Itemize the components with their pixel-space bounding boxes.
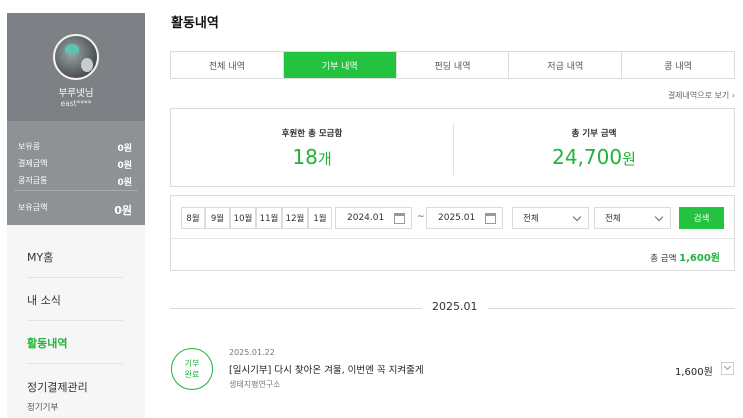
balance-row-total: 보유금액 0원	[18, 202, 132, 218]
menu-divider	[27, 363, 123, 364]
status-badge-line2: 완료	[184, 370, 200, 379]
balance-row-kong: 보유콩 0원	[18, 141, 132, 154]
chevron-right-icon: ›	[731, 91, 735, 100]
balance-label: 콩저금통	[18, 176, 48, 185]
menu-divider	[27, 320, 123, 321]
filter-panel: 8월 9월 10월 11월 12월 1월 2024.01 ~ 2025.01 전…	[170, 195, 735, 271]
avatar[interactable]	[53, 34, 99, 80]
calendar-icon[interactable]	[485, 213, 496, 224]
balance-value: 0원	[117, 144, 132, 154]
balance-panel: 보유콩 0원 결제금액 0원 콩저금통 0원 보유금액 0원	[7, 121, 145, 225]
stat-donated-total: 총 기부 금액 24,700원	[453, 109, 735, 188]
month-button-aug[interactable]: 8월	[181, 207, 205, 229]
entry-organization: 생태지평연구소	[229, 380, 281, 389]
balance-value: 0원	[117, 178, 132, 188]
date-range-separator: ~	[417, 212, 425, 222]
menu-divider	[27, 277, 123, 278]
date-to-field[interactable]: 2025.01	[426, 207, 503, 229]
filter-total: 총 금액 1,600원	[650, 249, 720, 264]
payment-history-link[interactable]: 결제내역으로 보기 ›	[668, 90, 735, 101]
calendar-icon[interactable]	[394, 213, 405, 224]
month-button-jan[interactable]: 1월	[308, 207, 332, 229]
sidebar-menu: MY홈 내 소식 활동내역 정기결제관리 정기기부	[7, 225, 145, 418]
tab-all[interactable]: 전체 내역	[171, 52, 284, 78]
category-select-value: 전체	[523, 214, 539, 224]
tab-label: 펀딩 내역	[434, 61, 471, 72]
balance-label: 보유콩	[18, 142, 41, 151]
tab-funding[interactable]: 펀딩 내역	[396, 52, 510, 78]
chevron-down-icon	[572, 212, 582, 222]
date-to-value: 2025.01	[438, 213, 476, 223]
tab-donation[interactable]: 기부 내역	[283, 52, 397, 78]
balance-row-piggybank: 콩저금통 0원	[18, 175, 132, 188]
tab-savings[interactable]: 저금 내역	[509, 52, 623, 78]
chevron-down-icon	[654, 212, 664, 222]
balance-divider	[14, 190, 138, 191]
tab-kong[interactable]: 콩 내역	[622, 52, 734, 78]
category-select[interactable]: 전체	[512, 207, 589, 229]
balance-total-value: 0원	[114, 204, 132, 217]
balance-value: 0원	[117, 161, 132, 171]
month-button-dec[interactable]: 12월	[282, 207, 308, 229]
profile-card: 부루넷님 east****	[7, 13, 145, 121]
month-button-nov[interactable]: 11월	[256, 207, 282, 229]
filter-total-amount: 1,600원	[679, 253, 720, 264]
stat-number: 24,700	[552, 145, 623, 169]
stat-label: 후원한 총 모금함	[281, 129, 343, 139]
filter-controls: 8월 9월 10월 11월 12월 1월 2024.01 ~ 2025.01 전…	[171, 196, 734, 239]
stat-unit: 원	[622, 150, 636, 168]
sidebar-item-recurring-payments[interactable]: 정기결제관리	[27, 379, 88, 395]
stat-unit: 개	[317, 150, 332, 168]
stat-number: 18	[292, 145, 318, 169]
payment-history-link-label: 결제내역으로 보기	[667, 91, 730, 100]
sidebar: 부루넷님 east**** 보유콩 0원 결제금액 0원 콩저금통 0원 보유금…	[7, 13, 145, 418]
date-from-field[interactable]: 2024.01	[335, 207, 412, 229]
donation-summary: 후원한 총 모금함 18개 총 기부 금액 24,700원	[170, 108, 735, 187]
status-badge-line1: 기부	[184, 359, 200, 368]
activity-tabs: 전체 내역 기부 내역 펀딩 내역 저금 내역 콩 내역	[170, 51, 735, 79]
balance-row-payment: 결제금액 0원	[18, 158, 132, 171]
entry-date: 2025.01.22	[229, 348, 275, 357]
sidebar-item-activity[interactable]: 활동내역	[27, 335, 67, 351]
stat-donated-count: 후원한 총 모금함 18개	[171, 109, 453, 188]
search-button[interactable]: 검색	[679, 207, 724, 229]
profile-user-id: east****	[60, 99, 92, 108]
date-from-value: 2024.01	[347, 213, 385, 223]
status-select[interactable]: 전체	[594, 207, 671, 229]
avatar-tuft	[65, 44, 79, 54]
month-button-sep[interactable]: 9월	[205, 207, 230, 229]
month-button-oct[interactable]: 10월	[230, 207, 256, 229]
tab-label: 저금 내역	[547, 61, 584, 72]
period-label: 2025.01	[422, 300, 488, 313]
balance-total-label: 보유금액	[18, 203, 48, 212]
profile-name: 부루넷님	[58, 88, 94, 99]
balance-label: 결제금액	[18, 159, 48, 168]
sidebar-subitem-recurring-donation[interactable]: 정기기부	[27, 401, 58, 413]
tab-label: 전체 내역	[208, 61, 245, 72]
entry-title[interactable]: [일시기부] 다시 찾아온 겨울, 이번엔 꼭 지켜줄게	[229, 362, 424, 376]
stat-value: 24,700원	[453, 145, 735, 169]
chevron-down-icon	[723, 362, 732, 371]
avatar-ear	[81, 58, 93, 72]
stat-value: 18개	[171, 145, 453, 169]
expand-toggle[interactable]	[721, 362, 734, 375]
status-select-value: 전체	[605, 214, 621, 224]
entry-amount: 1,600원	[675, 367, 713, 378]
sidebar-item-news[interactable]: 내 소식	[27, 292, 61, 308]
sidebar-item-my-home[interactable]: MY홈	[27, 249, 53, 265]
tab-label: 기부 내역	[321, 61, 358, 72]
page-title: 활동내역	[171, 16, 219, 31]
tab-label: 콩 내역	[664, 61, 692, 72]
filter-total-label: 총 금액	[650, 254, 677, 264]
stat-label: 총 기부 금액	[571, 129, 617, 139]
status-badge: 기부 완료	[171, 348, 213, 390]
